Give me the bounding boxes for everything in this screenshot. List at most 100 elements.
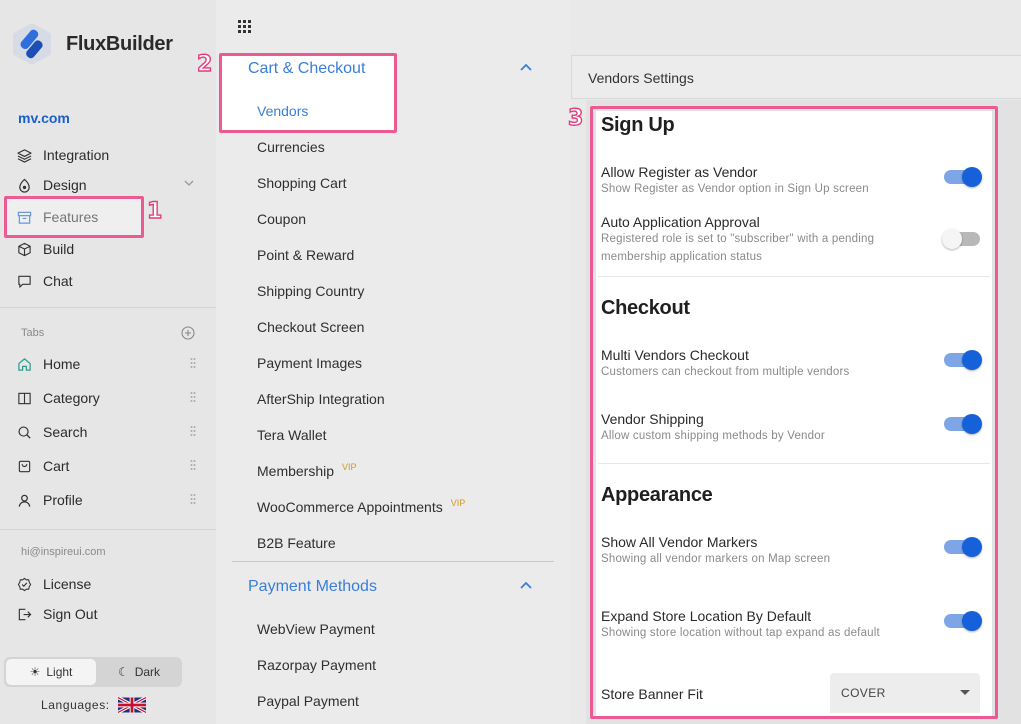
section-divider [232, 561, 554, 562]
nav-item-sign-out[interactable]: Sign Out [0, 600, 216, 628]
feature-item-currencies[interactable]: Currencies [257, 139, 325, 155]
nav-label: Chat [43, 273, 73, 289]
columns-icon [16, 390, 32, 406]
drag-handle-icon[interactable] [190, 459, 196, 471]
toggle-knob [962, 350, 982, 370]
feature-item-tera-wallet[interactable]: Tera Wallet [257, 427, 327, 443]
feature-item-razorpay-payment[interactable]: Razorpay Payment [257, 657, 376, 673]
tab-item-category[interactable]: Category [0, 384, 216, 412]
section-title-appearance: Appearance [601, 484, 713, 506]
item-label: Membership [257, 463, 335, 479]
theme-light-label: Light [46, 665, 73, 679]
feature-item-membership[interactable]: Membership VIP [257, 462, 357, 479]
moon-icon: ☾ [117, 665, 129, 679]
section-title-sign-up: Sign Up [601, 114, 675, 136]
card-divider [598, 276, 990, 277]
cart-icon [16, 458, 32, 474]
theme-dark-label: Dark [134, 665, 161, 679]
toggle-expand-store-location[interactable] [944, 611, 982, 631]
settings-title: Vendors Settings [588, 70, 694, 86]
setting-title: Show All Vendor Markers [601, 534, 758, 550]
toggle-auto-application-approval[interactable] [942, 229, 980, 249]
cube-icon [16, 241, 32, 257]
setting-description: Showing store location without tap expan… [601, 627, 880, 639]
setting-description: Allow custom shipping methods by Vendor [601, 430, 825, 442]
annotation-badge-2: 2 [196, 51, 213, 77]
toggle-allow-register-vendor[interactable] [944, 167, 982, 187]
feature-item-b2b[interactable]: B2B Feature [257, 535, 336, 551]
select-value: COVER [841, 686, 886, 700]
section-cart-checkout[interactable]: Cart & Checkout [232, 54, 554, 84]
account-email: hi@inspireui.com [21, 546, 106, 558]
toggle-multi-vendors-checkout[interactable] [944, 350, 982, 370]
feature-item-woocommerce-appointments[interactable]: WooCommerce Appointments VIP [257, 498, 466, 515]
fluxbuilder-logo-icon [13, 23, 51, 65]
tab-item-search[interactable]: Search [0, 418, 216, 446]
sidebar-divider [0, 307, 216, 308]
nav-item-license[interactable]: License [0, 570, 216, 598]
toggle-knob [962, 611, 982, 631]
nav-item-features[interactable]: Features [0, 203, 216, 231]
drag-handle-icon[interactable] [190, 391, 196, 403]
card-divider [598, 463, 990, 464]
tab-item-home[interactable]: Home [0, 350, 216, 378]
feature-item-payment-images[interactable]: Payment Images [257, 355, 362, 371]
feature-item-checkout-screen[interactable]: Checkout Screen [257, 319, 364, 335]
brand-name: FluxBuilder [66, 33, 173, 55]
languages-label: Languages: [41, 698, 110, 712]
site-domain[interactable]: mv.com [18, 110, 70, 126]
feature-item-point-reward[interactable]: Point & Reward [257, 247, 354, 263]
chat-icon [16, 273, 32, 289]
drag-handle-icon[interactable] [190, 425, 196, 437]
section-payment-methods[interactable]: Payment Methods [232, 572, 554, 602]
nav-item-build[interactable]: Build [0, 235, 216, 263]
feature-item-coupon[interactable]: Coupon [257, 211, 306, 227]
nav-label: Build [43, 241, 75, 257]
chevron-up-icon [520, 581, 532, 589]
annotation-badge-3: 3 [567, 105, 584, 131]
uk-flag-icon[interactable] [118, 697, 146, 713]
setting-title: Auto Application Approval [601, 214, 760, 230]
tab-item-profile[interactable]: Profile [0, 486, 216, 514]
toggle-vendor-shipping[interactable] [944, 414, 982, 434]
toggle-show-all-vendor-markers[interactable] [944, 537, 982, 557]
feature-item-aftership[interactable]: AfterShip Integration [257, 391, 385, 407]
nav-label: Integration [43, 147, 110, 163]
nav-item-design[interactable]: Design [0, 171, 216, 199]
vip-badge: VIP [450, 498, 466, 508]
vip-badge: VIP [342, 462, 357, 472]
nav-label: Features [43, 209, 99, 225]
section-title-checkout: Checkout [601, 297, 690, 319]
toggle-knob [962, 167, 982, 187]
tab-item-cart[interactable]: Cart [0, 452, 216, 480]
drag-handle-icon[interactable] [190, 493, 196, 505]
nav-item-integration[interactable]: Integration [0, 141, 216, 169]
tab-label: Category [43, 390, 100, 406]
feature-item-shopping-cart[interactable]: Shopping Cart [257, 175, 347, 191]
nav-label: Design [43, 177, 87, 193]
palette-icon [16, 177, 32, 193]
settings-header: Vendors Settings [571, 55, 1021, 99]
feature-item-shipping-country[interactable]: Shipping Country [257, 283, 364, 299]
apps-grid-icon[interactable] [237, 19, 255, 37]
tab-label: Home [43, 356, 81, 372]
theme-dark-button[interactable]: ☾ Dark [94, 659, 184, 685]
feature-item-paypal-payment[interactable]: Paypal Payment [257, 693, 359, 709]
setting-title: Expand Store Location By Default [601, 608, 812, 624]
home-icon [16, 356, 32, 372]
store-banner-fit-select[interactable]: COVER [830, 673, 980, 713]
theme-switch: ☀ Light ☾ Dark [4, 657, 182, 687]
sidebar-divider [0, 529, 216, 530]
sun-icon: ☀ [29, 665, 41, 679]
archive-icon [16, 209, 32, 225]
drag-handle-icon[interactable] [190, 357, 196, 369]
theme-light-button[interactable]: ☀ Light [6, 659, 96, 685]
toggle-knob [962, 414, 982, 434]
add-tab-icon[interactable] [181, 326, 195, 340]
feature-item-webview-payment[interactable]: WebView Payment [257, 621, 375, 637]
sign-out-icon [16, 606, 32, 622]
tab-label: Cart [43, 458, 70, 474]
feature-item-vendors[interactable]: Vendors [257, 103, 308, 119]
nav-item-chat[interactable]: Chat [0, 267, 216, 295]
toggle-knob [942, 229, 962, 249]
